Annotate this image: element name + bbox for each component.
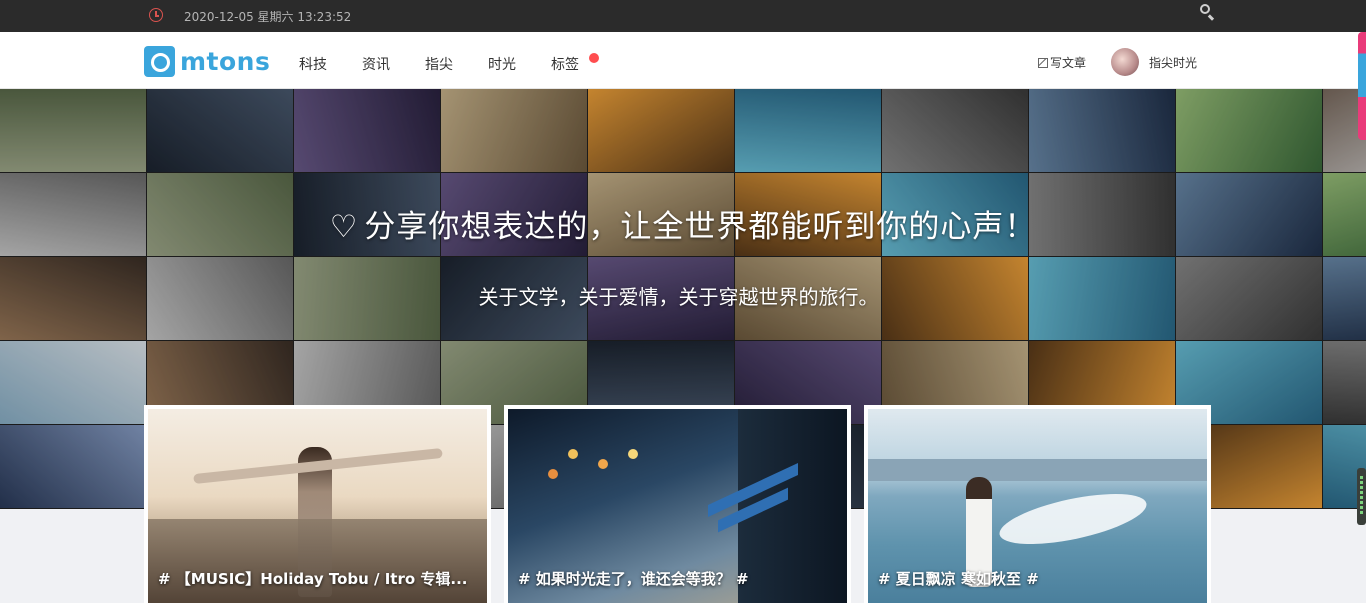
featured-card[interactable]: # 夏日飘凉 寒如秋至 # <box>864 405 1211 603</box>
datetime-display: 2020-12-05 星期六 13:23:52 <box>184 10 352 24</box>
tags-new-badge <box>589 53 599 63</box>
nav-item-news[interactable]: 资讯 <box>362 54 390 74</box>
write-article-link[interactable]: 写文章 <box>1038 54 1086 71</box>
featured-card[interactable]: # 如果时光走了，谁还会等我？ # <box>504 405 851 603</box>
card-caption: # 夏日飘凉 寒如秋至 # <box>878 570 1039 588</box>
heart-icon: ♡ <box>329 209 359 245</box>
main-navbar: mtons 科技 资讯 指尖 时光 标签 写文章 指尖时光 <box>0 32 1366 89</box>
featured-card[interactable]: # 【MUSIC】Holiday Tobu / Itro 专辑... <box>144 405 491 603</box>
card-caption: # 如果时光走了，谁还会等我？ # <box>518 570 749 588</box>
card-image: # 如果时光走了，谁还会等我？ # <box>508 409 847 603</box>
username-link[interactable]: 指尖时光 <box>1149 54 1197 71</box>
side-scroll-widget[interactable] <box>1357 468 1366 525</box>
site-logo[interactable]: mtons <box>144 45 271 77</box>
clock-icon <box>149 8 163 22</box>
write-article-label: 写文章 <box>1050 56 1087 70</box>
edit-icon <box>1038 58 1048 68</box>
search-icon[interactable] <box>1199 3 1215 21</box>
card-caption: # 【MUSIC】Holiday Tobu / Itro 专辑... <box>158 570 468 588</box>
side-ribbon <box>1358 32 1366 140</box>
avatar[interactable] <box>1111 48 1139 76</box>
hero-title-text: 分享你想表达的，让全世界都能听到你的心声！ <box>364 209 1037 245</box>
logo-mark-icon <box>144 45 175 77</box>
nav-item-tags[interactable]: 标签 <box>551 54 579 74</box>
hero-title: ♡ 分享你想表达的，让全世界都能听到你的心声！ <box>0 201 1366 246</box>
hero-subtitle: 关于文学，关于爱情，关于穿越世界的旅行。 <box>478 285 879 309</box>
logo-text: mtons <box>180 46 271 76</box>
nav-item-fingertip[interactable]: 指尖 <box>425 54 453 74</box>
nav-item-tech[interactable]: 科技 <box>299 54 327 74</box>
card-image: # 【MUSIC】Holiday Tobu / Itro 专辑... <box>148 409 487 603</box>
nav-item-time[interactable]: 时光 <box>488 54 516 74</box>
top-bar: 2020-12-05 星期六 13:23:52 <box>0 0 1366 32</box>
card-image: # 夏日飘凉 寒如秋至 # <box>868 409 1207 603</box>
